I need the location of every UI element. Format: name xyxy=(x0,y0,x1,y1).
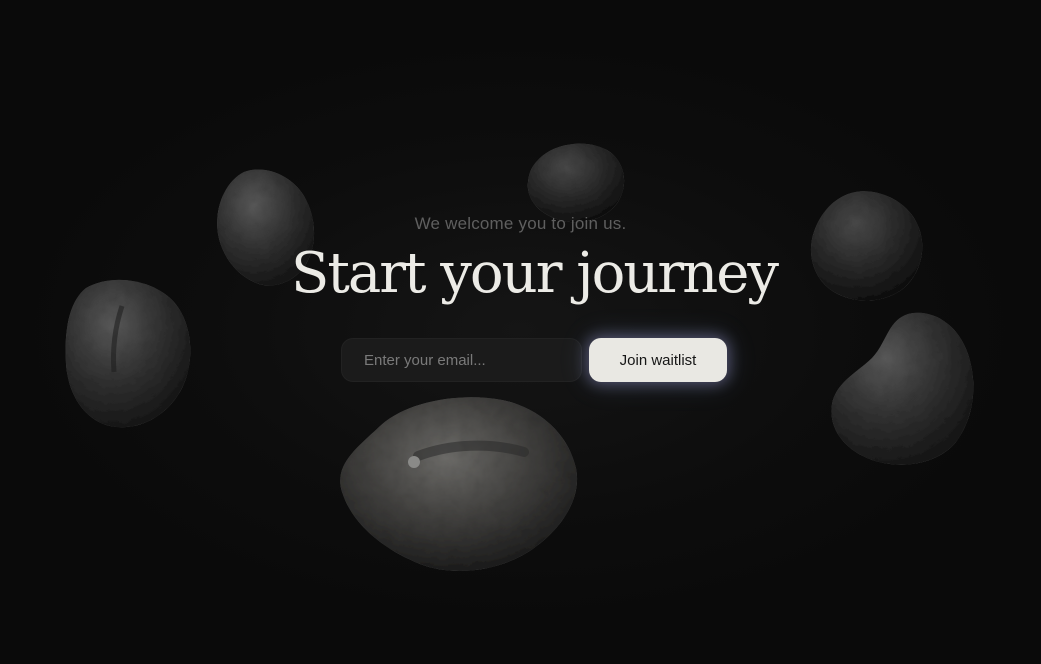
tagline: We welcome you to join us. xyxy=(414,214,627,233)
rock-icon xyxy=(831,312,974,465)
rock-icon xyxy=(340,397,578,571)
email-input[interactable] xyxy=(341,338,582,382)
join-waitlist-button[interactable]: Join waitlist xyxy=(589,338,727,382)
waitlist-page: We welcome you to join us. Start your jo… xyxy=(0,0,1041,664)
page-title: Start your journey xyxy=(290,241,779,306)
